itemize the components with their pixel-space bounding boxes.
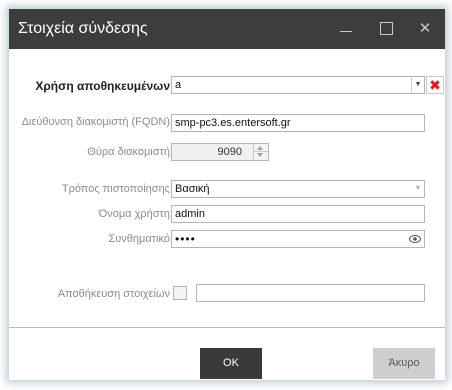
server-port-input[interactable]: 9090 [171, 143, 269, 161]
minimize-button[interactable] [326, 9, 366, 49]
spin-down-icon [257, 153, 263, 157]
saved-connection-label: Χρήση αποθηκευμένων [35, 79, 170, 93]
username-label: Όνομα χρήστη [98, 208, 170, 220]
username-value: admin [175, 208, 205, 220]
footer-separator [9, 327, 445, 328]
delete-saved-button[interactable]: ✖ [426, 76, 444, 94]
port-spinner[interactable] [253, 144, 268, 160]
save-credentials-checkbox[interactable] [173, 286, 187, 300]
password-value: •••• [175, 232, 196, 246]
delete-icon: ✖ [429, 77, 441, 93]
saved-connection-value: a [175, 79, 182, 91]
auth-method-value: Βασική [175, 183, 210, 195]
chevron-down-icon: ▼ [411, 77, 424, 93]
password-label: Συνθηματικό [108, 233, 170, 245]
server-address-value: smp-pc3.es.entersoft.gr [175, 117, 291, 129]
connection-dialog: Στοιχεία σύνδεσης ✕ Χρήση αποθηκευμένων … [9, 9, 445, 380]
window-title: Στοιχεία σύνδεσης [18, 20, 148, 37]
chevron-down-icon: ▼ [414, 185, 422, 192]
server-address-input[interactable]: smp-pc3.es.entersoft.gr [171, 114, 425, 132]
close-button[interactable]: ✕ [405, 9, 445, 49]
server-port-label: Θύρα διακομιστή [87, 146, 170, 158]
username-input[interactable]: admin [171, 205, 425, 223]
saved-connection-select[interactable]: a ▼ [171, 76, 425, 94]
save-credentials-label: Αποθήκευση στοιχείων [57, 288, 170, 300]
ok-button[interactable]: OK [200, 348, 262, 379]
maximize-button[interactable] [367, 9, 407, 49]
auth-method-select[interactable]: Βασική ▼ [171, 180, 425, 198]
server-port-value: 9090 [217, 146, 242, 158]
auth-method-label: Τρόπος πιστοποίησης [61, 183, 170, 195]
spin-up-icon [257, 146, 263, 150]
cancel-button[interactable]: Άκυρο [373, 348, 435, 379]
title-bar: Στοιχεία σύνδεσης ✕ [9, 9, 445, 49]
maximize-icon [380, 22, 393, 35]
password-input[interactable]: •••• [171, 230, 425, 248]
eye-icon[interactable] [409, 234, 421, 244]
minimize-icon [340, 31, 352, 32]
close-icon: ✕ [418, 20, 432, 37]
save-credentials-input[interactable] [196, 284, 425, 302]
server-address-label: Διεύθυνση διακομιστή (FQDN) [21, 116, 170, 128]
